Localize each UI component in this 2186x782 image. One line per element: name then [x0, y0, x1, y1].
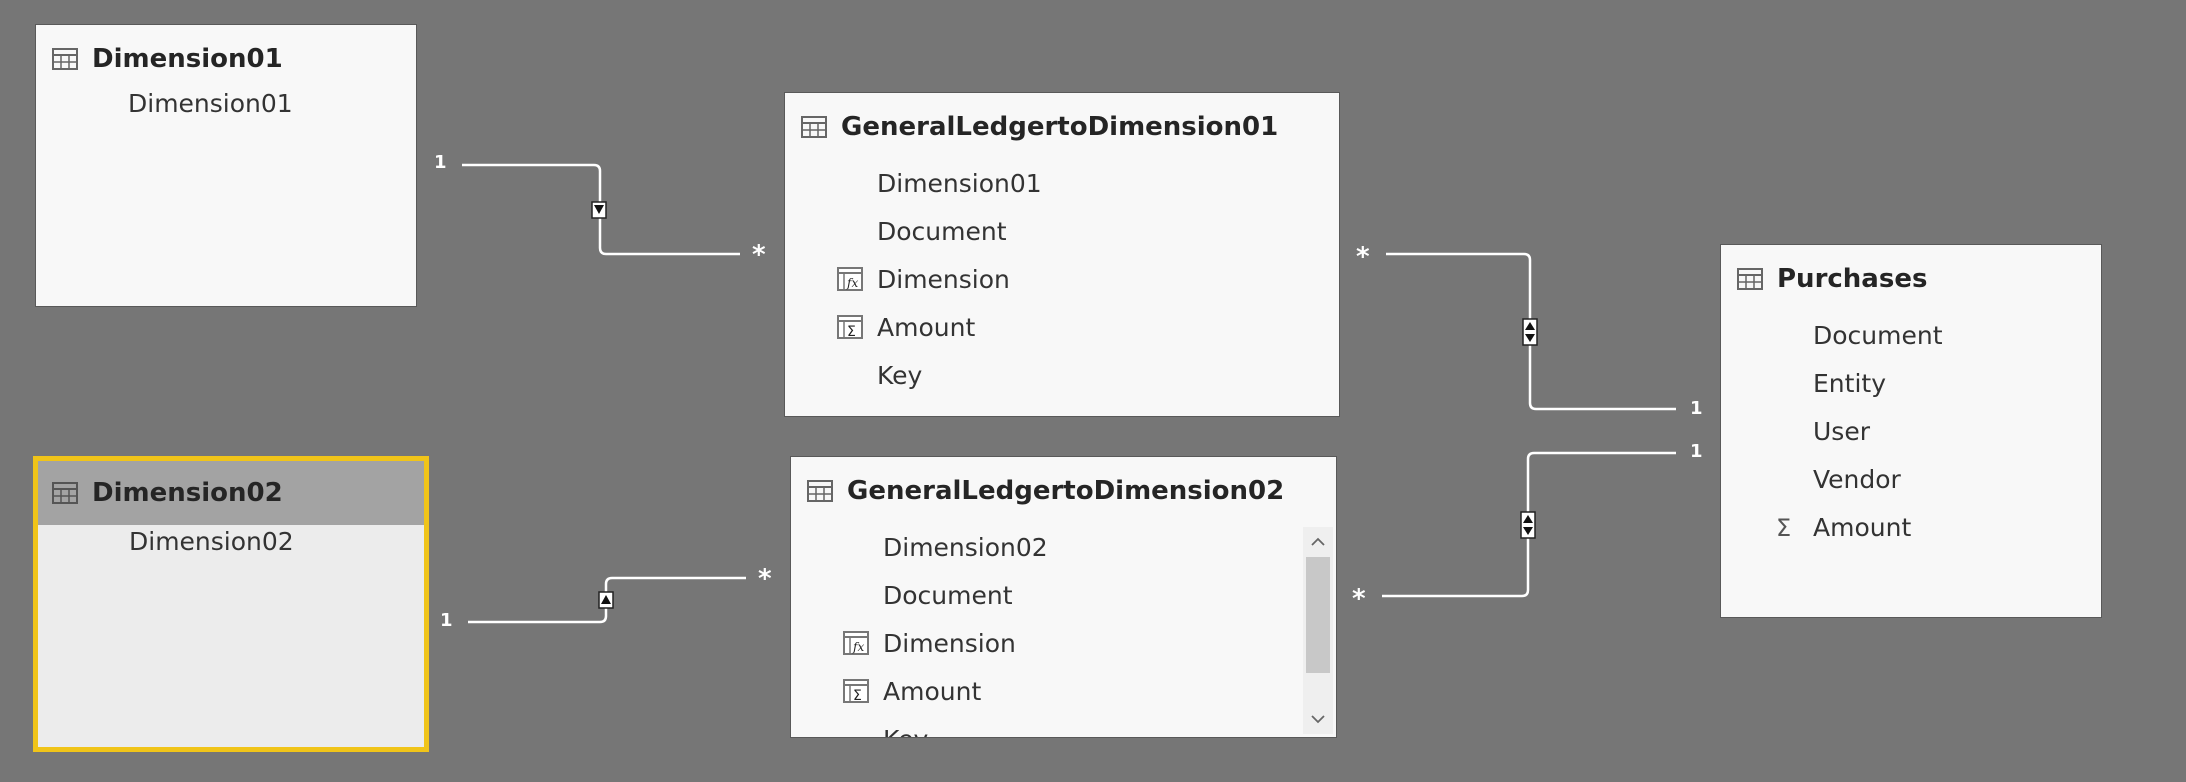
table-card-generalledgertodimension01[interactable]: GeneralLedgertoDimension01 Dimension01 D… — [784, 92, 1340, 417]
scroll-up-icon[interactable] — [1303, 527, 1333, 557]
table-title: GeneralLedgertoDimension01 — [841, 112, 1279, 142]
cardinality-one: 1 — [1690, 441, 1703, 462]
field-row[interactable]: Document — [791, 571, 1336, 619]
cardinality-one: 1 — [434, 152, 447, 173]
field-row[interactable]: Vendor — [1721, 455, 2101, 503]
svg-text:Σ: Σ — [1776, 515, 1791, 539]
table-card-purchases[interactable]: Purchases Document Entity User Vendor Σ … — [1720, 244, 2102, 618]
table-title: Dimension01 — [92, 44, 283, 74]
svg-text:Σ: Σ — [853, 688, 862, 703]
field-label: Dimension01 — [877, 168, 1042, 198]
model-canvas[interactable]: 1 * 1 * 1 * 1 * Dimension01 Dimension01 … — [0, 0, 2186, 782]
field-label: Document — [883, 580, 1013, 610]
field-row[interactable]: User — [1721, 407, 2101, 455]
field-label: Dimension — [877, 264, 1010, 294]
sum-column-icon: Σ — [837, 315, 863, 339]
field-row[interactable]: Document — [1721, 311, 2101, 359]
field-label: Key — [877, 360, 923, 390]
cardinality-many: * — [758, 564, 772, 594]
sigma-icon: Σ — [1776, 515, 1791, 539]
field-row[interactable]: Entity — [1721, 359, 2101, 407]
scroll-down-icon[interactable] — [1303, 704, 1333, 734]
field-row[interactable]: fx Dimension — [791, 619, 1336, 667]
field-label: Vendor — [1813, 464, 1901, 494]
field-row[interactable]: Dimension02 — [38, 517, 424, 565]
field-label: Dimension02 — [129, 526, 294, 556]
field-label: Entity — [1813, 368, 1886, 398]
svg-text:fx: fx — [852, 640, 864, 654]
field-label: User — [1813, 416, 1870, 446]
field-label: Document — [877, 216, 1007, 246]
table-header[interactable]: Purchases — [1721, 245, 2101, 313]
field-row[interactable]: Dimension02 — [791, 523, 1336, 571]
field-row[interactable]: Key — [791, 715, 1336, 738]
field-label: Key — [883, 725, 928, 738]
table-icon — [1737, 268, 1763, 290]
field-row[interactable]: fx Dimension — [785, 255, 1339, 303]
field-row[interactable]: Σ Amount — [791, 667, 1336, 715]
sum-column-icon: Σ — [843, 679, 869, 703]
field-label: Amount — [1813, 512, 1912, 542]
cardinality-one: 1 — [440, 610, 453, 631]
field-label: Dimension01 — [128, 88, 293, 118]
field-row[interactable]: Dimension01 — [785, 159, 1339, 207]
table-header[interactable]: GeneralLedgertoDimension02 — [791, 457, 1336, 525]
table-header[interactable]: GeneralLedgertoDimension01 — [785, 93, 1339, 161]
vertical-scrollbar[interactable] — [1303, 527, 1333, 734]
scroll-thumb[interactable] — [1306, 557, 1330, 673]
table-icon — [807, 480, 833, 502]
field-label: Document — [1813, 320, 1943, 350]
table-title: Purchases — [1777, 264, 1928, 294]
cardinality-one: 1 — [1690, 398, 1703, 419]
table-icon — [52, 48, 78, 70]
table-title: GeneralLedgertoDimension02 — [847, 476, 1285, 506]
table-icon — [52, 482, 78, 504]
field-row[interactable]: Key — [785, 351, 1339, 399]
relationship-purchases-gl02[interactable] — [1382, 451, 1676, 598]
field-label: Amount — [883, 676, 982, 706]
field-row[interactable]: Σ Amount — [785, 303, 1339, 351]
svg-text:Σ: Σ — [847, 324, 856, 339]
cardinality-many: * — [1352, 584, 1366, 614]
field-label: Dimension — [883, 628, 1016, 658]
table-title: Dimension02 — [92, 478, 283, 508]
table-card-generalledgertodimension02[interactable]: GeneralLedgertoDimension02 Dimension02 D… — [790, 456, 1337, 738]
calculated-column-icon: fx — [843, 631, 869, 655]
table-icon — [801, 116, 827, 138]
field-row[interactable]: Document — [785, 207, 1339, 255]
calculated-column-icon: fx — [837, 267, 863, 291]
svg-text:fx: fx — [846, 276, 858, 290]
relationship-purchases-gl01[interactable] — [1386, 252, 1676, 411]
table-header[interactable]: Dimension02 — [38, 461, 424, 525]
cardinality-many: * — [752, 240, 766, 270]
field-label: Amount — [877, 312, 976, 342]
relationship-dim01-gl01[interactable] — [462, 163, 740, 256]
table-card-dimension01[interactable]: Dimension01 Dimension01 — [35, 24, 417, 307]
field-row[interactable]: Dimension01 — [36, 79, 416, 127]
field-label: Dimension02 — [883, 532, 1048, 562]
table-card-dimension02[interactable]: Dimension02 Dimension02 — [33, 456, 429, 752]
relationship-dim02-gl02[interactable] — [468, 576, 746, 624]
field-row[interactable]: Σ Amount — [1721, 503, 2101, 551]
cardinality-many: * — [1356, 242, 1370, 272]
